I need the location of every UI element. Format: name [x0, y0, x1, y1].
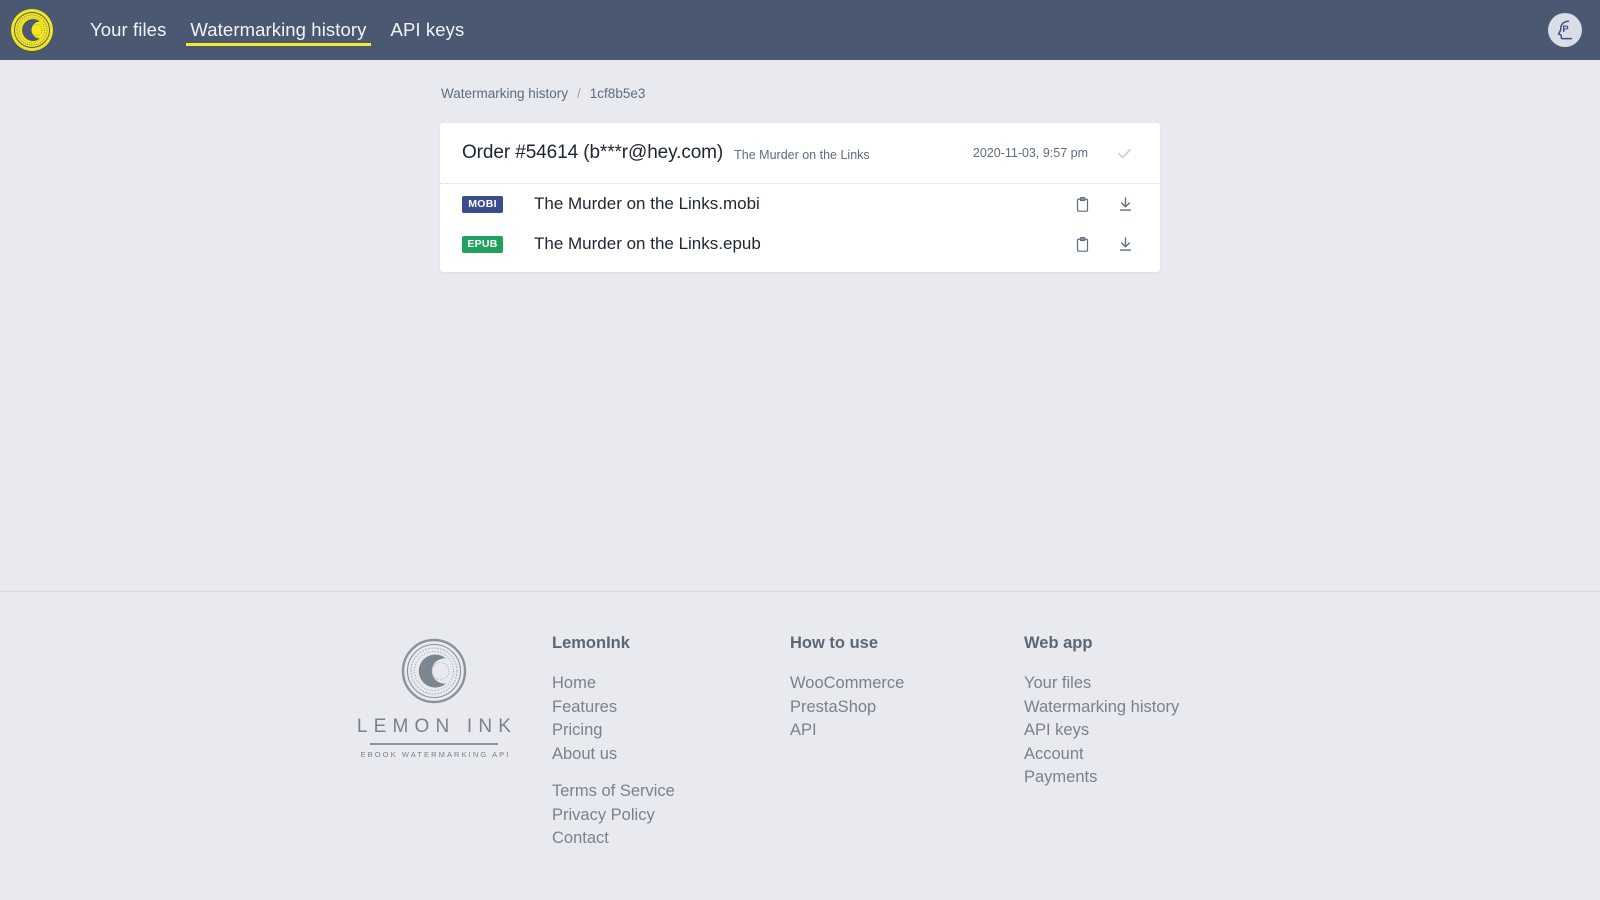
file-name: The Murder on the Links.mobi [534, 194, 760, 214]
footer-link-prestashop[interactable]: PrestaShop [790, 696, 1024, 720]
breadcrumb-separator: / [577, 86, 581, 101]
clipboard-icon[interactable] [1073, 195, 1091, 213]
footer-link-privacy-policy[interactable]: Privacy Policy [552, 804, 790, 828]
footer-column-heading: Web app [1024, 634, 1179, 653]
file-actions [1073, 235, 1134, 253]
footer-group-gap [552, 766, 790, 780]
avatar[interactable]: P [1548, 13, 1582, 47]
footer-wordmark-rule [370, 743, 498, 745]
breadcrumb-parent-link[interactable]: Watermarking history [441, 86, 568, 101]
lemonink-logo-icon[interactable] [10, 8, 54, 52]
file-row: MOBI The Murder on the Links.mobi [440, 184, 1160, 224]
nav-link-api-keys[interactable]: API keys [379, 0, 477, 60]
footer-column-heading: How to use [790, 634, 1024, 653]
download-icon[interactable] [1116, 195, 1134, 213]
top-navbar: Your files Watermarking history API keys… [0, 0, 1600, 60]
footer-link-account[interactable]: Account [1024, 743, 1179, 767]
format-badge-epub: EPUB [462, 236, 503, 253]
footer-link-payments[interactable]: Payments [1024, 766, 1179, 790]
footer-brand: LEMON INK EBOOK WATERMARKING API [316, 634, 552, 759]
user-profile-head-icon: P [1552, 17, 1578, 43]
breadcrumb-current: 1cf8b5e3 [590, 86, 646, 101]
footer-link-about-us[interactable]: About us [552, 743, 790, 767]
footer-link-your-files[interactable]: Your files [1024, 672, 1179, 696]
file-row: EPUB The Murder on the Links.epub [440, 224, 1160, 272]
footer-wordmark-text: LEMON INK [351, 716, 517, 738]
download-icon[interactable] [1116, 235, 1134, 253]
check-icon [1114, 143, 1134, 163]
svg-text:P: P [1562, 24, 1569, 35]
footer-column-lemonink: LemonInk Home Features Pricing About us … [552, 634, 790, 851]
file-actions [1073, 195, 1134, 213]
order-date: 2020-11-03, 9:57 pm [973, 146, 1088, 160]
format-badge-mobi: MOBI [462, 196, 503, 213]
nav-links: Your files Watermarking history API keys [78, 0, 476, 60]
footer-column-web-app: Web app Your files Watermarking history … [1024, 634, 1179, 790]
nav-link-watermarking-history[interactable]: Watermarking history [178, 0, 378, 60]
footer: LEMON INK EBOOK WATERMARKING API LemonIn… [0, 591, 1600, 891]
lemonink-logo-gray-icon [401, 638, 467, 704]
footer-link-home[interactable]: Home [552, 672, 790, 696]
file-name: The Murder on the Links.epub [534, 234, 761, 254]
footer-link-api-keys[interactable]: API keys [1024, 719, 1179, 743]
footer-column-how-to-use: How to use WooCommerce PrestaShop API [790, 634, 1024, 743]
footer-link-features[interactable]: Features [552, 696, 790, 720]
footer-link-pricing[interactable]: Pricing [552, 719, 790, 743]
content-container: Watermarking history / 1cf8b5e3 Order #5… [440, 86, 1160, 272]
order-book-title: The Murder on the Links [734, 145, 870, 162]
footer-wordmark: LEMON INK EBOOK WATERMARKING API [351, 716, 517, 759]
footer-link-watermarking-history[interactable]: Watermarking history [1024, 696, 1179, 720]
footer-inner: LEMON INK EBOOK WATERMARKING API LemonIn… [300, 634, 1300, 851]
nav-link-your-files[interactable]: Your files [78, 0, 178, 60]
footer-link-terms-of-service[interactable]: Terms of Service [552, 780, 790, 804]
footer-column-heading: LemonInk [552, 634, 790, 653]
footer-tagline: EBOOK WATERMARKING API [358, 750, 511, 759]
order-title: Order #54614 (b***r@hey.com) [462, 142, 723, 164]
clipboard-icon[interactable] [1073, 235, 1091, 253]
footer-link-contact[interactable]: Contact [552, 827, 790, 851]
order-header-row: Order #54614 (b***r@hey.com) The Murder … [440, 123, 1160, 184]
order-card: Order #54614 (b***r@hey.com) The Murder … [440, 123, 1160, 272]
breadcrumb: Watermarking history / 1cf8b5e3 [440, 86, 1160, 101]
main-content: Watermarking history / 1cf8b5e3 Order #5… [0, 60, 1600, 591]
footer-link-woocommerce[interactable]: WooCommerce [790, 672, 1024, 696]
footer-link-api[interactable]: API [790, 719, 1024, 743]
